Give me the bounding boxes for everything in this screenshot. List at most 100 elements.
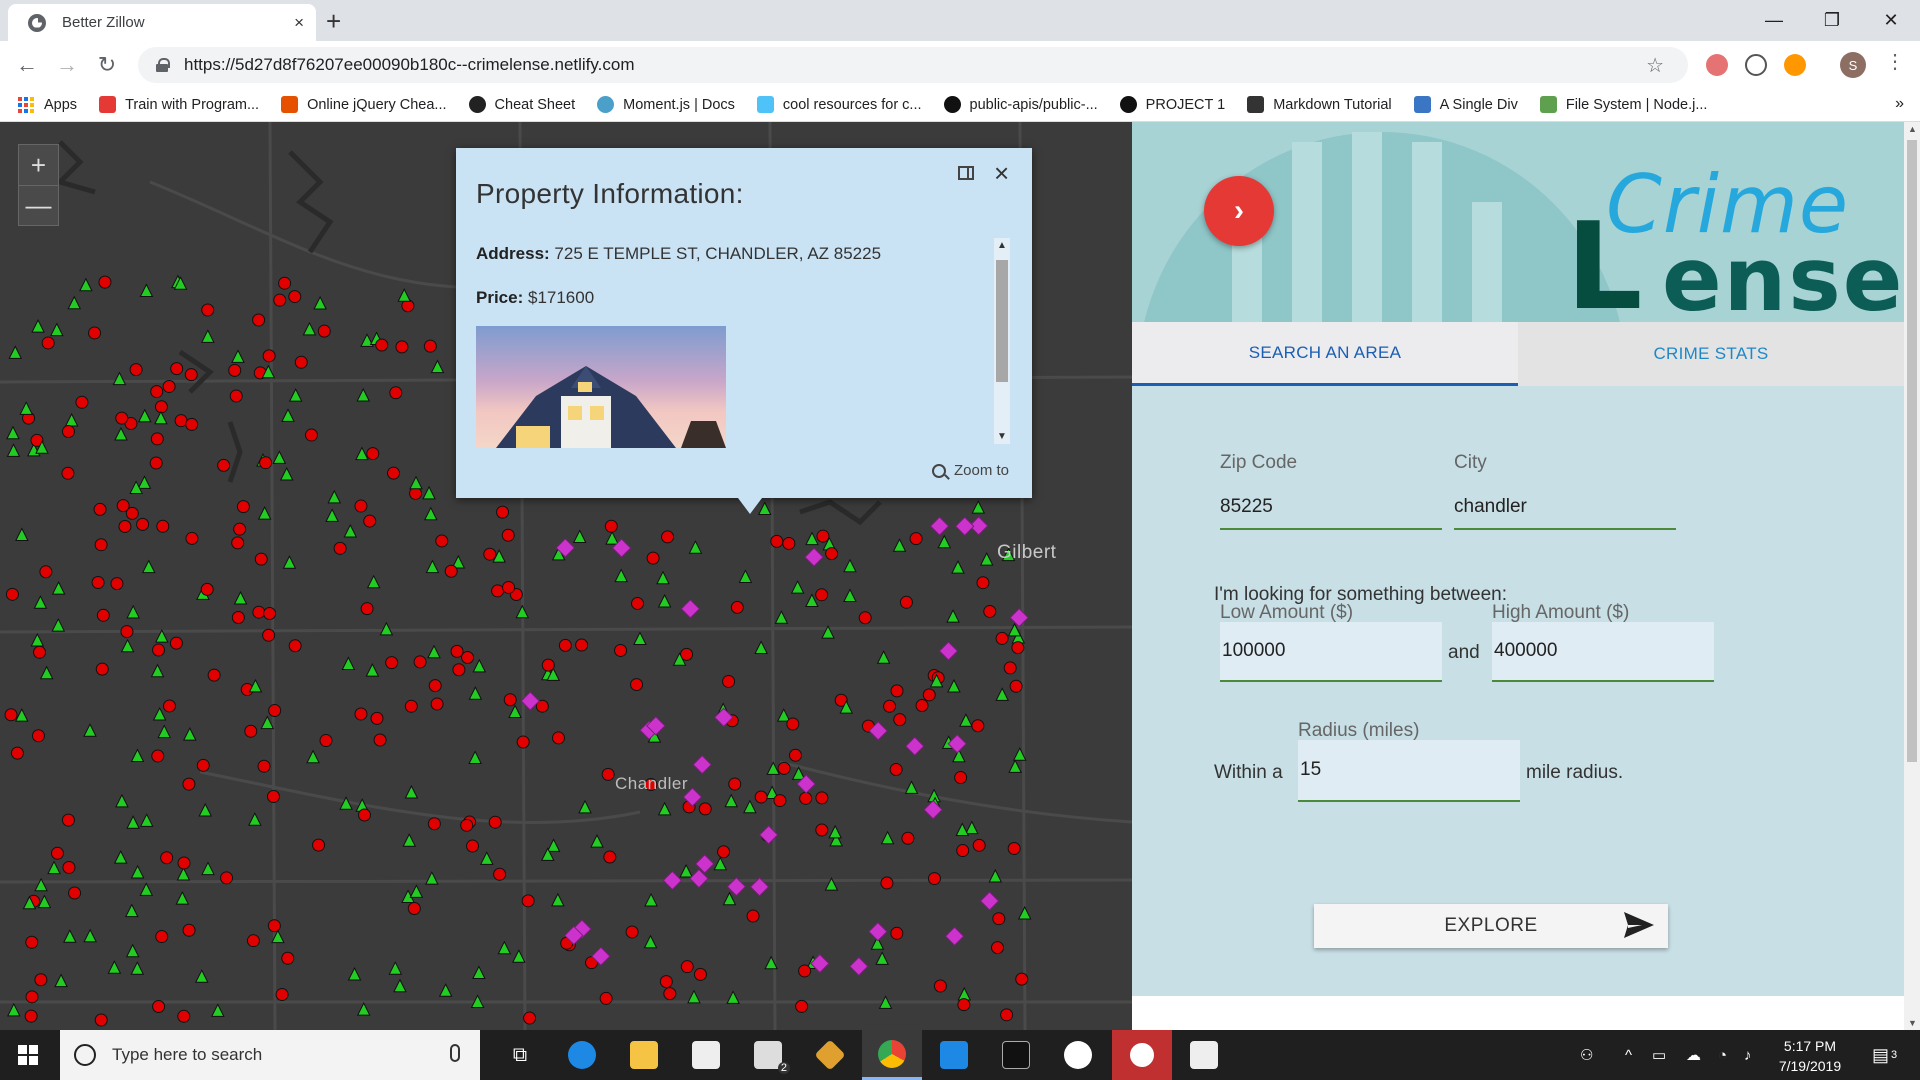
incident-marker[interactable]: [201, 861, 215, 876]
bookmark-item[interactable]: File System | Node.j...: [1539, 96, 1707, 113]
incident-marker[interactable]: [393, 978, 407, 993]
crime-marker[interactable]: [231, 611, 245, 625]
crime-marker[interactable]: [957, 998, 971, 1012]
address-bar[interactable]: https://5d27d8f76207ee00090b180c--crimel…: [138, 47, 1688, 83]
incident-marker[interactable]: [404, 784, 419, 799]
incident-marker[interactable]: [141, 559, 156, 574]
crime-marker[interactable]: [263, 607, 277, 621]
crime-marker[interactable]: [1007, 841, 1021, 855]
incident-marker[interactable]: [605, 530, 619, 545]
crime-marker[interactable]: [502, 580, 516, 594]
crime-marker[interactable]: [728, 777, 742, 791]
crime-marker[interactable]: [5, 587, 19, 601]
crime-marker[interactable]: [646, 551, 660, 565]
scroll-thumb[interactable]: [996, 260, 1008, 382]
crime-marker[interactable]: [182, 777, 196, 791]
incident-marker[interactable]: [724, 793, 739, 808]
zoom-in-button[interactable]: +: [19, 145, 58, 185]
crime-marker[interactable]: [503, 693, 517, 707]
crime-marker[interactable]: [444, 564, 458, 578]
crime-marker[interactable]: [915, 698, 929, 712]
property-marker[interactable]: [804, 547, 824, 567]
incident-marker[interactable]: [260, 715, 275, 730]
crime-marker[interactable]: [228, 363, 242, 377]
chrome-icon[interactable]: [862, 1030, 922, 1080]
incident-marker[interactable]: [955, 822, 970, 836]
crime-marker[interactable]: [294, 355, 308, 369]
crime-marker[interactable]: [413, 655, 427, 669]
crime-marker[interactable]: [231, 536, 245, 550]
incident-marker[interactable]: [39, 665, 54, 680]
menu-kebab-icon[interactable]: ⋮: [1885, 49, 1905, 74]
crime-marker[interactable]: [427, 817, 441, 831]
incident-marker[interactable]: [959, 713, 973, 727]
file-explorer-icon[interactable]: [614, 1030, 674, 1080]
incident-marker[interactable]: [107, 960, 122, 974]
bookmarks-overflow-icon[interactable]: »: [1895, 95, 1904, 113]
zip-code-field[interactable]: 85225: [1220, 496, 1442, 530]
incident-marker[interactable]: [347, 966, 362, 981]
crime-marker[interactable]: [991, 941, 1005, 955]
bookmark-item[interactable]: Cheat Sheet: [468, 96, 575, 113]
property-marker[interactable]: [955, 516, 975, 537]
crime-marker[interactable]: [491, 584, 505, 598]
crime-marker[interactable]: [273, 293, 287, 307]
incident-marker[interactable]: [366, 574, 381, 589]
bookmark-item[interactable]: PROJECT 1: [1119, 96, 1225, 113]
maximize-button[interactable]: ❐: [1803, 0, 1861, 41]
incident-marker[interactable]: [656, 570, 670, 585]
incident-marker[interactable]: [288, 387, 303, 402]
forward-arrow-icon[interactable]: →: [52, 50, 82, 80]
incident-marker[interactable]: [904, 780, 919, 794]
incident-marker[interactable]: [409, 475, 423, 490]
explore-button[interactable]: EXPLORE: [1314, 904, 1668, 948]
crime-marker[interactable]: [404, 699, 418, 713]
incident-marker[interactable]: [688, 540, 703, 554]
crime-marker[interactable]: [954, 771, 968, 785]
onedrive-icon[interactable]: ☁: [1686, 1030, 1701, 1080]
vscode-icon[interactable]: [924, 1030, 984, 1080]
crime-marker[interactable]: [389, 386, 403, 400]
incident-marker[interactable]: [965, 820, 979, 835]
incident-marker[interactable]: [201, 329, 215, 343]
property-marker[interactable]: [929, 516, 950, 536]
crime-marker[interactable]: [661, 530, 675, 544]
incident-marker[interactable]: [327, 489, 342, 504]
crime-marker[interactable]: [252, 313, 266, 327]
bookmark-item[interactable]: public-apis/public-...: [943, 96, 1098, 113]
crime-marker[interactable]: [257, 759, 271, 773]
incident-marker[interactable]: [479, 851, 494, 865]
incident-marker[interactable]: [947, 678, 961, 693]
incident-marker[interactable]: [64, 412, 79, 427]
crime-marker[interactable]: [971, 719, 985, 733]
incident-marker[interactable]: [551, 892, 565, 907]
crime-marker[interactable]: [541, 658, 555, 672]
incident-marker[interactable]: [112, 371, 127, 386]
crime-marker[interactable]: [972, 838, 986, 852]
crime-marker[interactable]: [184, 368, 198, 382]
crime-marker[interactable]: [281, 951, 295, 965]
crime-marker[interactable]: [523, 1011, 537, 1025]
crime-marker[interactable]: [201, 303, 215, 317]
incident-marker[interactable]: [423, 506, 438, 521]
crime-marker[interactable]: [430, 697, 444, 711]
incident-marker[interactable]: [356, 387, 371, 402]
crime-marker[interactable]: [373, 733, 387, 747]
scroll-down-icon[interactable]: ▼: [1908, 1018, 1917, 1028]
incident-marker[interactable]: [578, 799, 592, 814]
city-field[interactable]: chandler: [1454, 496, 1676, 530]
incident-marker[interactable]: [738, 569, 753, 583]
crime-marker[interactable]: [366, 447, 380, 461]
crime-marker[interactable]: [96, 608, 110, 622]
tab-crime-stats[interactable]: CRIME STATS: [1518, 322, 1904, 386]
incident-marker[interactable]: [355, 446, 369, 461]
crime-marker[interactable]: [220, 871, 234, 885]
crime-marker[interactable]: [428, 679, 442, 693]
incident-marker[interactable]: [50, 322, 64, 337]
bookmark-item[interactable]: Train with Program...: [99, 96, 259, 113]
incident-marker[interactable]: [425, 871, 439, 885]
incident-marker[interactable]: [508, 704, 522, 719]
scroll-down-icon[interactable]: ▼: [997, 431, 1007, 442]
crime-marker[interactable]: [423, 339, 437, 353]
incident-marker[interactable]: [644, 892, 658, 907]
